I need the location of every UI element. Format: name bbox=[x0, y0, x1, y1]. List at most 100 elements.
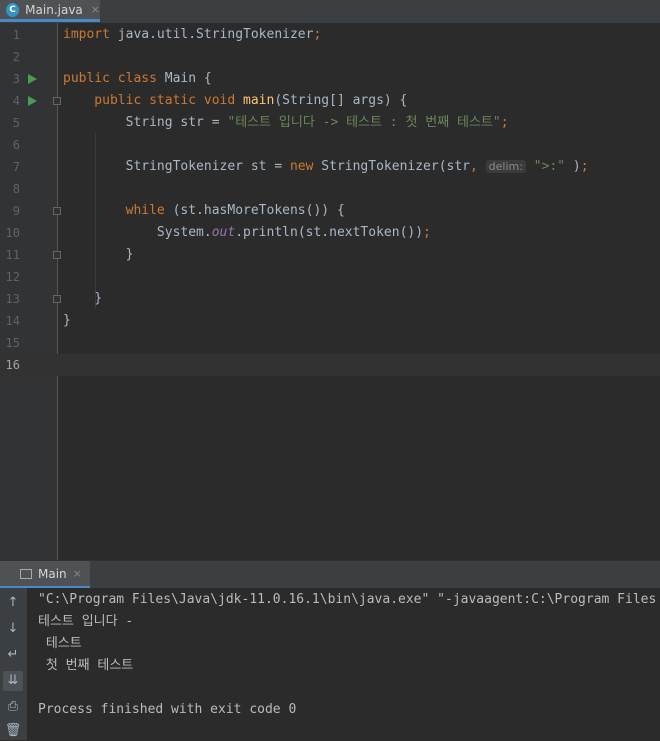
code-token: StringTokenizer(str bbox=[321, 159, 471, 174]
code-text: import java.util.StringTokenizer; bbox=[63, 24, 321, 46]
code-text: while (st.hasMoreTokens()) { bbox=[63, 200, 345, 222]
line-number: 5 bbox=[12, 116, 20, 130]
console-output-line: "C:\Program Files\Java\jdk-11.0.16.1\bin… bbox=[38, 592, 657, 607]
line-number: 2 bbox=[12, 50, 20, 64]
fold-marker-icon[interactable] bbox=[53, 207, 61, 215]
soft-wrap-icon[interactable]: ↵ bbox=[3, 645, 23, 665]
fold-marker-icon[interactable] bbox=[53, 251, 61, 259]
code-line[interactable]: 3 public class Main { bbox=[0, 68, 660, 90]
code-text: } bbox=[63, 288, 102, 310]
code-line[interactable]: 16 bbox=[0, 354, 660, 376]
console-output-line: 테스트 입니다 - bbox=[38, 614, 134, 629]
code-token: import bbox=[63, 27, 110, 42]
code-token: java.util.StringTokenizer bbox=[109, 27, 314, 42]
code-line[interactable]: 10 System.out.println(st.nextToken()); bbox=[0, 222, 660, 244]
code-token: Main { bbox=[164, 71, 212, 86]
code-line[interactable]: 2 bbox=[0, 46, 660, 68]
code-token: } bbox=[63, 291, 103, 306]
code-token: (st.hasMoreTokens()) { bbox=[172, 203, 345, 218]
scroll-to-end-icon[interactable]: ⇊ bbox=[3, 671, 23, 691]
java-class-icon: C bbox=[6, 2, 20, 17]
code-token: out bbox=[211, 225, 236, 240]
scroll-up-icon[interactable]: ↑ bbox=[3, 593, 23, 613]
code-token: main bbox=[243, 93, 275, 108]
line-number: 13 bbox=[5, 292, 20, 306]
line-number: 6 bbox=[12, 138, 20, 152]
console-icon bbox=[20, 568, 32, 579]
close-tab-icon[interactable]: × bbox=[91, 3, 100, 16]
code-line[interactable]: 5 String str = "테스트 입니다 -> 테스트 : 첫 번째 테스… bbox=[0, 112, 660, 134]
code-token: new bbox=[289, 159, 322, 174]
line-number: 3 bbox=[12, 72, 20, 86]
code-token: , bbox=[470, 159, 486, 174]
code-token: ; bbox=[423, 225, 431, 240]
line-number: 1 bbox=[12, 28, 20, 42]
fold-marker-icon[interactable] bbox=[53, 295, 61, 303]
code-token: .println(st.nextToken()) bbox=[235, 225, 424, 240]
line-number: 10 bbox=[5, 226, 20, 240]
code-token: ; bbox=[500, 115, 509, 130]
code-text: public static void main(String[] args) { bbox=[63, 90, 407, 112]
code-text: } bbox=[63, 244, 134, 266]
code-token: "테스트 입니다 -> 테스트 : 첫 번째 테스트" bbox=[227, 115, 501, 130]
code-line[interactable]: 1 import java.util.StringTokenizer; bbox=[0, 24, 660, 46]
console-output-line: Process finished with exit code 0 bbox=[38, 702, 297, 717]
line-number: 7 bbox=[12, 160, 20, 174]
run-gutter-icon[interactable] bbox=[28, 96, 37, 106]
editor-tab-bar: C Main.java × bbox=[0, 0, 660, 24]
code-token: (String[] args) { bbox=[274, 93, 408, 108]
code-token: StringTokenizer st = bbox=[63, 159, 290, 174]
code-token: public class bbox=[63, 71, 165, 86]
code-line[interactable]: 4 public static void main(String[] args)… bbox=[0, 90, 660, 112]
line-number: 15 bbox=[5, 336, 20, 350]
run-gutter-icon[interactable] bbox=[28, 74, 37, 84]
code-text: String str = "테스트 입니다 -> 테스트 : 첫 번째 테스트"… bbox=[63, 112, 509, 134]
code-token: ; bbox=[313, 27, 322, 42]
code-text: public class Main { bbox=[63, 68, 212, 90]
line-number: 9 bbox=[12, 204, 20, 218]
trash-icon[interactable]: 🗑 bbox=[3, 721, 23, 741]
run-console[interactable]: ↑ ↓ ↵ ⇊ ⎙ 🗑 "C:\Program Files\Java\jdk-1… bbox=[0, 588, 660, 740]
code-token: ) bbox=[565, 159, 581, 174]
line-number: 8 bbox=[12, 182, 20, 196]
line-number: 16 bbox=[5, 358, 20, 372]
code-line[interactable]: 15 bbox=[0, 332, 660, 354]
code-editor[interactable]: 1 import java.util.StringTokenizer; 2 3 publ… bbox=[0, 23, 660, 560]
print-icon[interactable]: ⎙ bbox=[3, 697, 23, 717]
code-line[interactable]: 13 } bbox=[0, 288, 660, 310]
console-output-line: 테스트 bbox=[38, 636, 82, 651]
code-token: ; bbox=[580, 159, 589, 174]
code-token: } bbox=[63, 313, 71, 328]
code-token: while bbox=[63, 203, 173, 218]
run-tab-label: Main bbox=[38, 566, 67, 581]
console-toolbar: ↑ ↓ ↵ ⇊ ⎙ 🗑 bbox=[0, 588, 27, 740]
code-text: } bbox=[63, 310, 71, 332]
console-output-line: 첫 번째 테스트 bbox=[38, 658, 134, 673]
close-run-tab-icon[interactable]: × bbox=[73, 567, 82, 580]
run-tool-window-header: Main × bbox=[0, 560, 660, 589]
code-token: System. bbox=[63, 225, 212, 240]
line-number: 12 bbox=[5, 270, 20, 284]
code-line[interactable]: 9 while (st.hasMoreTokens()) { bbox=[0, 200, 660, 222]
code-line[interactable]: 11 } bbox=[0, 244, 660, 266]
code-token: String str = bbox=[63, 115, 228, 130]
code-token: ">:" bbox=[533, 159, 566, 174]
fold-marker-icon[interactable] bbox=[53, 97, 61, 105]
scroll-down-icon[interactable]: ↓ bbox=[3, 619, 23, 639]
tab-main-java[interactable]: C Main.java × bbox=[0, 0, 100, 22]
code-line[interactable]: 12 bbox=[0, 266, 660, 288]
tab-label: Main.java bbox=[25, 2, 83, 17]
code-text: StringTokenizer st = new StringTokenizer… bbox=[63, 156, 589, 178]
code-token: } bbox=[63, 247, 134, 262]
line-number: 14 bbox=[5, 314, 20, 328]
run-tab-main[interactable]: Main × bbox=[0, 561, 90, 589]
code-line[interactable]: 14} bbox=[0, 310, 660, 332]
code-line[interactable]: 7 StringTokenizer st = new StringTokeniz… bbox=[0, 156, 660, 178]
code-line[interactable]: 8 bbox=[0, 178, 660, 200]
line-number: 11 bbox=[5, 248, 20, 262]
code-text: System.out.println(st.nextToken()); bbox=[63, 222, 431, 244]
line-number: 4 bbox=[12, 94, 20, 108]
code-line[interactable]: 6 bbox=[0, 134, 660, 156]
parameter-hint: delim: bbox=[485, 160, 526, 173]
